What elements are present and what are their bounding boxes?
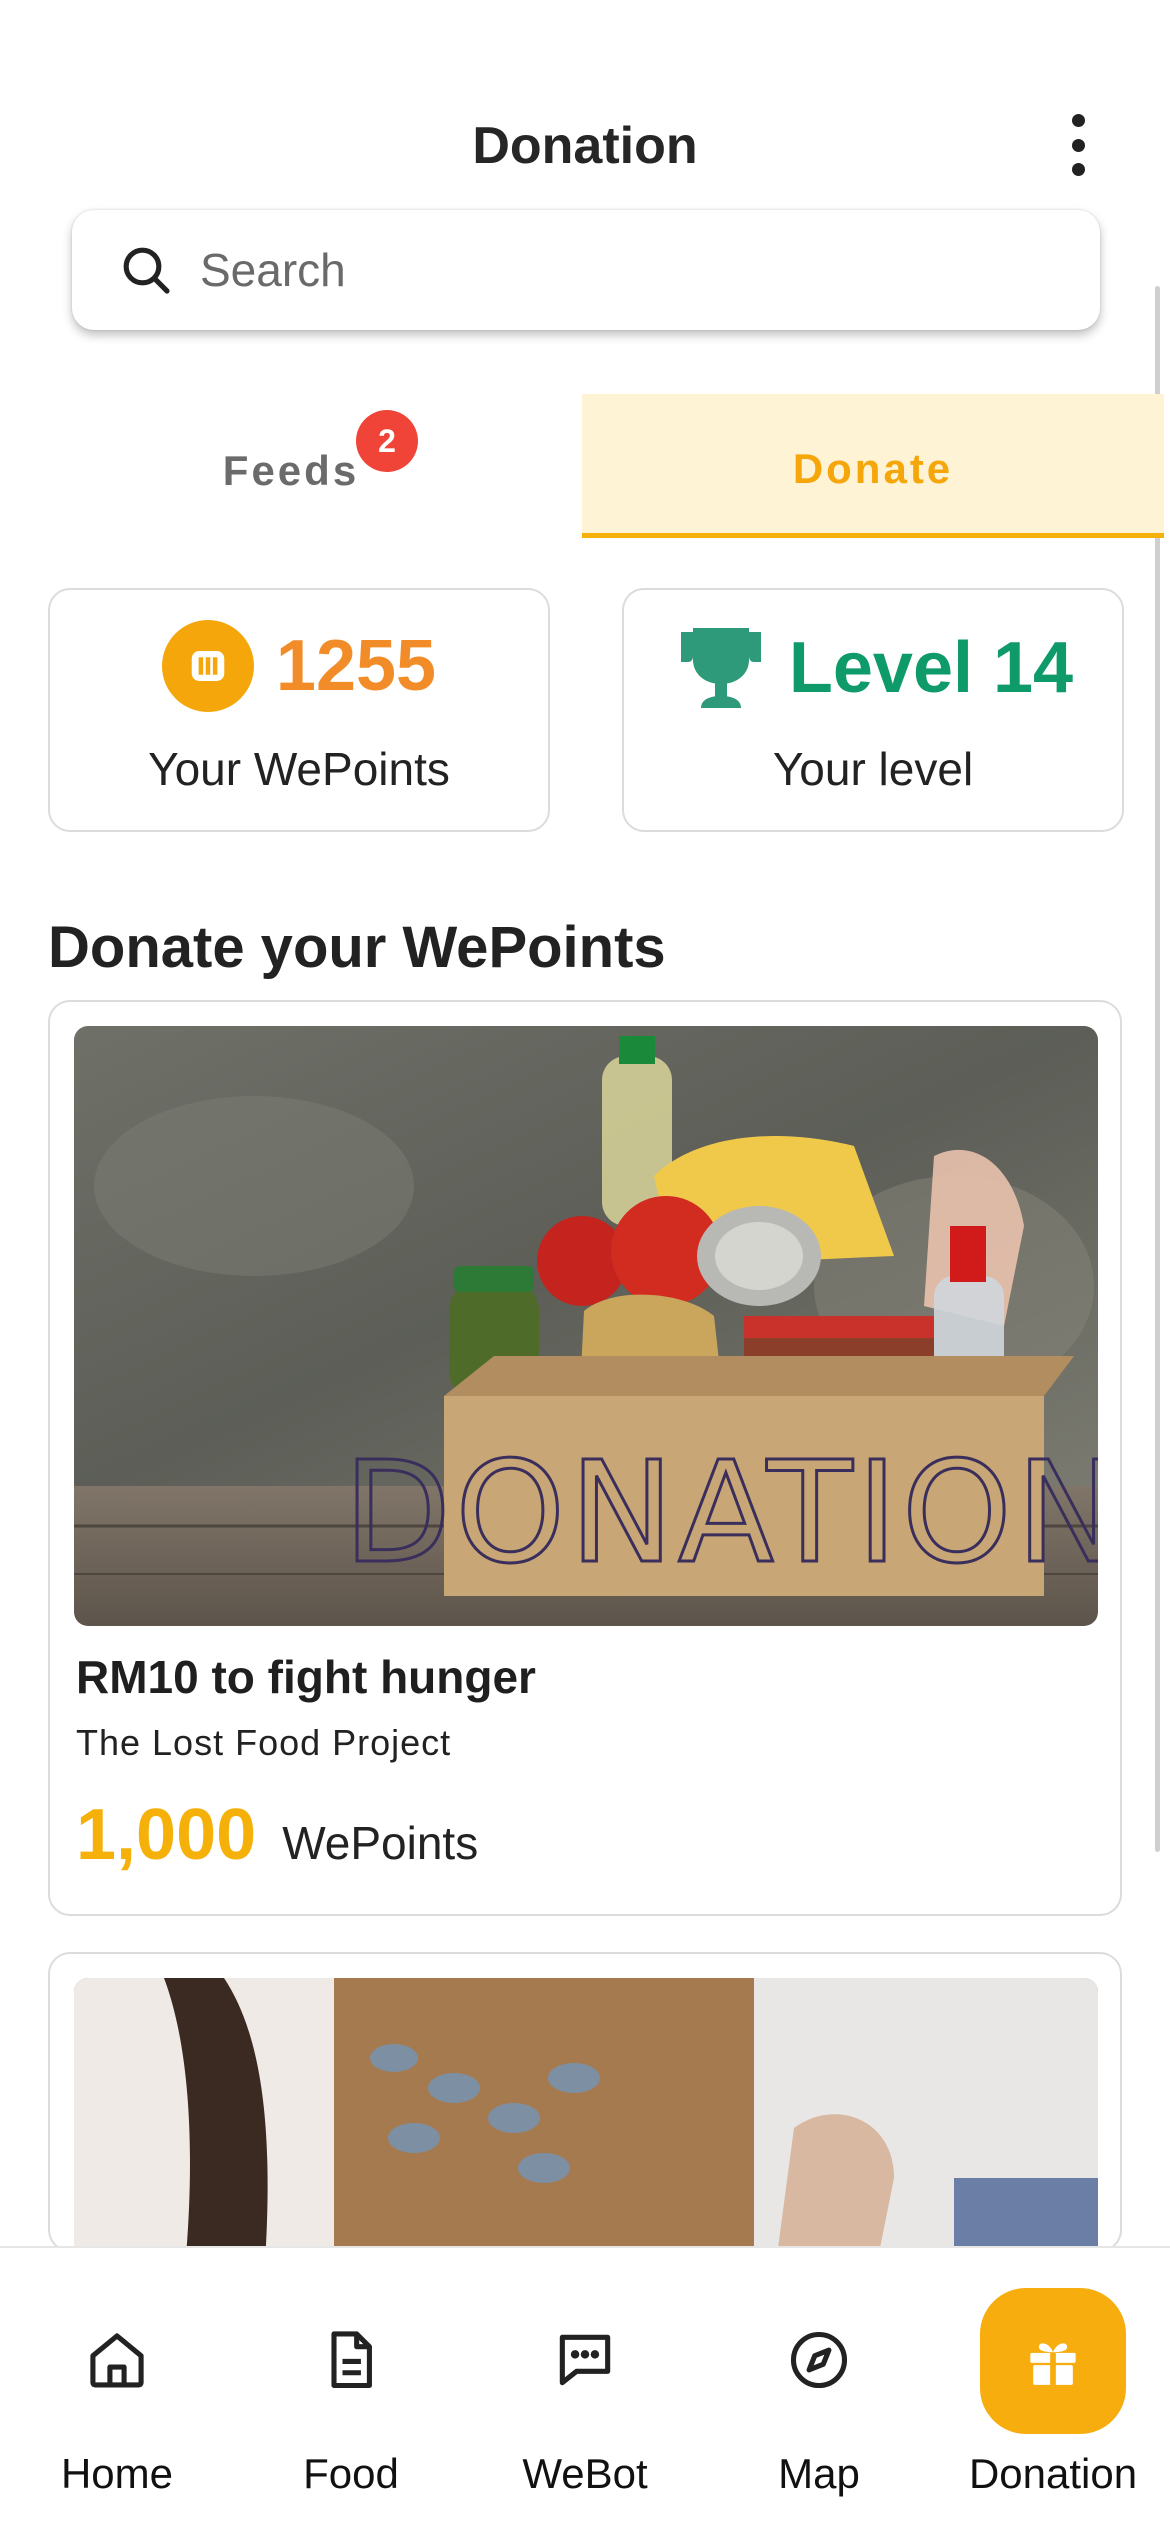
level-card: Level 14 Your level bbox=[622, 588, 1124, 832]
nav-map-label: Map bbox=[778, 2450, 860, 2497]
more-dot bbox=[1071, 163, 1085, 176]
donation-card[interactable] bbox=[48, 1952, 1122, 2252]
nav-food[interactable]: Food bbox=[234, 2248, 468, 2532]
donation-organization: The Lost Food Project bbox=[76, 1722, 452, 1763]
feeds-notification-badge: 2 bbox=[356, 410, 418, 472]
donation-box-text: DONATION bbox=[343, 1432, 1098, 1595]
document-icon bbox=[317, 2326, 385, 2394]
tab-bar: Feeds 2 Donate bbox=[0, 394, 1164, 538]
nav-home[interactable]: Home bbox=[0, 2248, 234, 2532]
nav-webot[interactable]: WeBot bbox=[468, 2248, 702, 2532]
donation-cost-value: 1,000 bbox=[76, 1795, 257, 1875]
canned-food-image bbox=[74, 1978, 1098, 2250]
level-caption: Your level bbox=[772, 743, 974, 795]
nav-food-label: Food bbox=[303, 2450, 399, 2497]
tab-feeds[interactable]: Feeds 2 bbox=[0, 394, 582, 538]
donation-title: RM10 to fight hunger bbox=[76, 1651, 536, 1703]
search-bar[interactable] bbox=[72, 210, 1100, 330]
section-title: Donate your WePoints bbox=[48, 915, 666, 980]
bottom-navigation: Home Food WeBot Map Donation bbox=[0, 2246, 1170, 2532]
donation-cost: 1,000 WePoints bbox=[76, 1794, 478, 1876]
donation-card[interactable]: DONATION RM10 to fight hunger The Lost F… bbox=[48, 1000, 1122, 1916]
wepoints-caption: Your WePoints bbox=[148, 743, 450, 795]
search-input[interactable] bbox=[200, 243, 1080, 297]
wepoints-card: 1255 Your WePoints bbox=[48, 588, 550, 832]
level-value: Level 14 bbox=[788, 628, 1074, 708]
tab-donate-label: Donate bbox=[792, 444, 954, 492]
tab-feeds-label: Feeds bbox=[222, 447, 360, 494]
donation-box-image: DONATION bbox=[74, 1026, 1098, 1626]
wepoints-coin-icon bbox=[161, 620, 254, 712]
tab-donate[interactable]: Donate bbox=[582, 394, 1164, 538]
compass-icon bbox=[785, 2326, 853, 2394]
donation-screen: Donation Feeds 2 Donate bbox=[0, 0, 1170, 2532]
more-vertical-icon bbox=[1071, 114, 1085, 127]
nav-donation-label: Donation bbox=[968, 2450, 1138, 2497]
more-options-button[interactable] bbox=[1058, 110, 1098, 180]
home-icon bbox=[83, 2326, 151, 2394]
page-title: Donation bbox=[472, 117, 698, 175]
search-icon bbox=[123, 247, 170, 294]
donation-cost-unit: WePoints bbox=[282, 1817, 479, 1869]
nav-map[interactable]: Map bbox=[702, 2248, 936, 2532]
nav-donation[interactable]: Donation bbox=[936, 2248, 1170, 2532]
chat-icon bbox=[551, 2326, 619, 2394]
wepoints-value: 1255 bbox=[275, 626, 437, 706]
more-dot bbox=[1071, 138, 1085, 152]
gift-icon bbox=[1019, 2326, 1087, 2394]
nav-home-label: Home bbox=[60, 2450, 174, 2497]
nav-webot-label: WeBot bbox=[522, 2450, 648, 2497]
app-header: Donation bbox=[0, 96, 1170, 196]
trophy-icon bbox=[680, 628, 761, 708]
